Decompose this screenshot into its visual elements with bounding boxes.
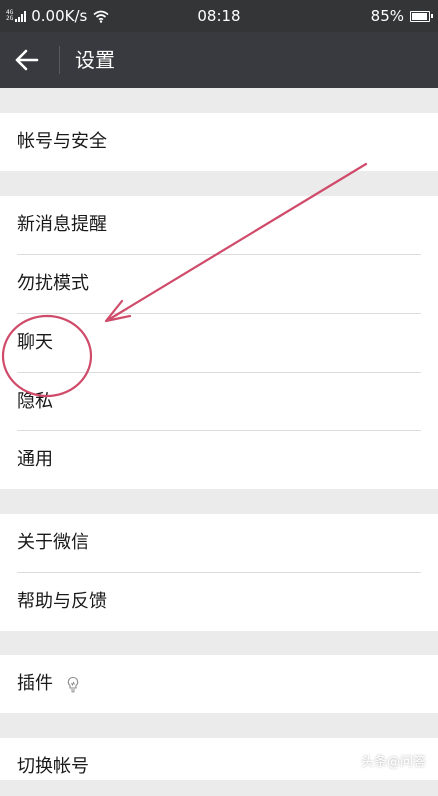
- settings-item-do-not-disturb[interactable]: 勿扰模式: [0, 255, 438, 313]
- chat-bubble-icon: [343, 754, 357, 768]
- settings-item-about-wechat[interactable]: 关于微信: [0, 514, 438, 572]
- watermark-text: 头条@问答: [360, 755, 426, 770]
- settings-item-label: 新消息提醒: [17, 214, 107, 235]
- settings-group-plugins: 插件: [0, 655, 438, 713]
- status-bar: 4G 2G 0.00K/s 08:18 85%: [0, 0, 438, 32]
- title-divider: [59, 46, 60, 74]
- settings-item-plugins[interactable]: 插件: [0, 655, 438, 713]
- settings-item-help-feedback[interactable]: 帮助与反馈: [0, 573, 438, 631]
- settings-item-label: 帐号与安全: [17, 131, 107, 152]
- settings-item-label: 聊天: [17, 332, 53, 353]
- settings-item-label: 关于微信: [17, 532, 89, 553]
- settings-item-label: 切换帐号: [17, 756, 89, 777]
- settings-item-label: 勿扰模式: [17, 273, 89, 294]
- settings-group-about: 关于微信 帮助与反馈: [0, 514, 438, 631]
- settings-item-chat[interactable]: 聊天: [0, 314, 438, 372]
- back-arrow-icon[interactable]: [14, 48, 40, 72]
- title-bar: 设置: [0, 32, 438, 88]
- settings-group-main: 新消息提醒 勿扰模式 聊天 隐私 通用: [0, 196, 438, 489]
- settings-item-label: 插件: [17, 673, 53, 694]
- status-right: 85%: [370, 7, 433, 25]
- lightbulb-icon: [67, 676, 79, 693]
- settings-item-label: 通用: [17, 449, 53, 470]
- watermark: 头条@问答: [342, 751, 426, 770]
- settings-item-new-message-alerts[interactable]: 新消息提醒: [0, 196, 438, 254]
- settings-item-label: 隐私: [17, 391, 53, 412]
- settings-item-label: 帮助与反馈: [17, 591, 107, 612]
- settings-item-account-security[interactable]: 帐号与安全: [0, 113, 438, 171]
- settings-item-general[interactable]: 通用: [0, 431, 438, 489]
- settings-item-privacy[interactable]: 隐私: [0, 373, 438, 431]
- battery-icon: [410, 10, 433, 22]
- settings-group-account: 帐号与安全: [0, 113, 438, 171]
- battery-percent: 85%: [370, 7, 404, 25]
- page-title: 设置: [75, 48, 115, 72]
